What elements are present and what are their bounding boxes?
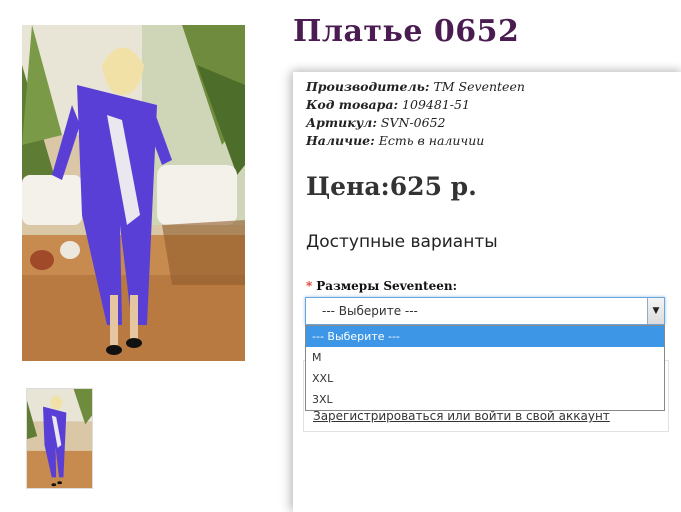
size-option-xxl[interactable]: XXL (306, 368, 664, 389)
size-option-m[interactable]: M (306, 347, 664, 368)
required-marker: * (306, 279, 313, 293)
product-details: Производитель: TM Seventeen Код товара: … (306, 78, 525, 150)
register-login-link[interactable]: Зарегистрироваться или войти в свой акка… (313, 409, 610, 423)
size-dropdown-list: --- Выберите --- M XXL 3XL (305, 325, 665, 411)
detail-key: Наличие: (306, 133, 375, 148)
detail-value: 109481-51 (398, 97, 470, 112)
detail-product-code: Код товара: 109481-51 (306, 96, 525, 114)
detail-key: Код товара: (306, 97, 399, 112)
detail-availability: Наличие: Есть в наличии (306, 132, 525, 150)
detail-article: Артикул: SVN-0652 (306, 114, 525, 132)
detail-manufacturer: Производитель: TM Seventeen (306, 78, 525, 96)
detail-value: Есть в наличии (374, 133, 485, 148)
detail-value: TM Seventeen (429, 79, 525, 94)
size-label-text: Размеры Seventeen: (316, 279, 457, 293)
product-main-image[interactable] (22, 25, 245, 361)
size-label: * Размеры Seventeen: (306, 279, 457, 293)
product-info-panel: Производитель: TM Seventeen Код товара: … (293, 72, 681, 512)
detail-key: Артикул: (306, 115, 377, 130)
variants-heading: Доступные варианты (306, 232, 498, 252)
product-thumbnail[interactable] (26, 388, 93, 489)
product-title: Платье 0652 (293, 14, 520, 49)
size-select[interactable]: --- Выберите --- ▼ (305, 297, 665, 325)
detail-key: Производитель: (306, 79, 430, 94)
size-option-placeholder[interactable]: --- Выберите --- (306, 326, 664, 347)
chevron-down-icon[interactable]: ▼ (647, 298, 664, 324)
size-option-3xl[interactable]: 3XL (306, 389, 664, 410)
product-price: Цена:625 р. (306, 172, 477, 201)
size-select-value: --- Выберите --- (322, 304, 418, 318)
detail-value: SVN-0652 (376, 115, 446, 130)
